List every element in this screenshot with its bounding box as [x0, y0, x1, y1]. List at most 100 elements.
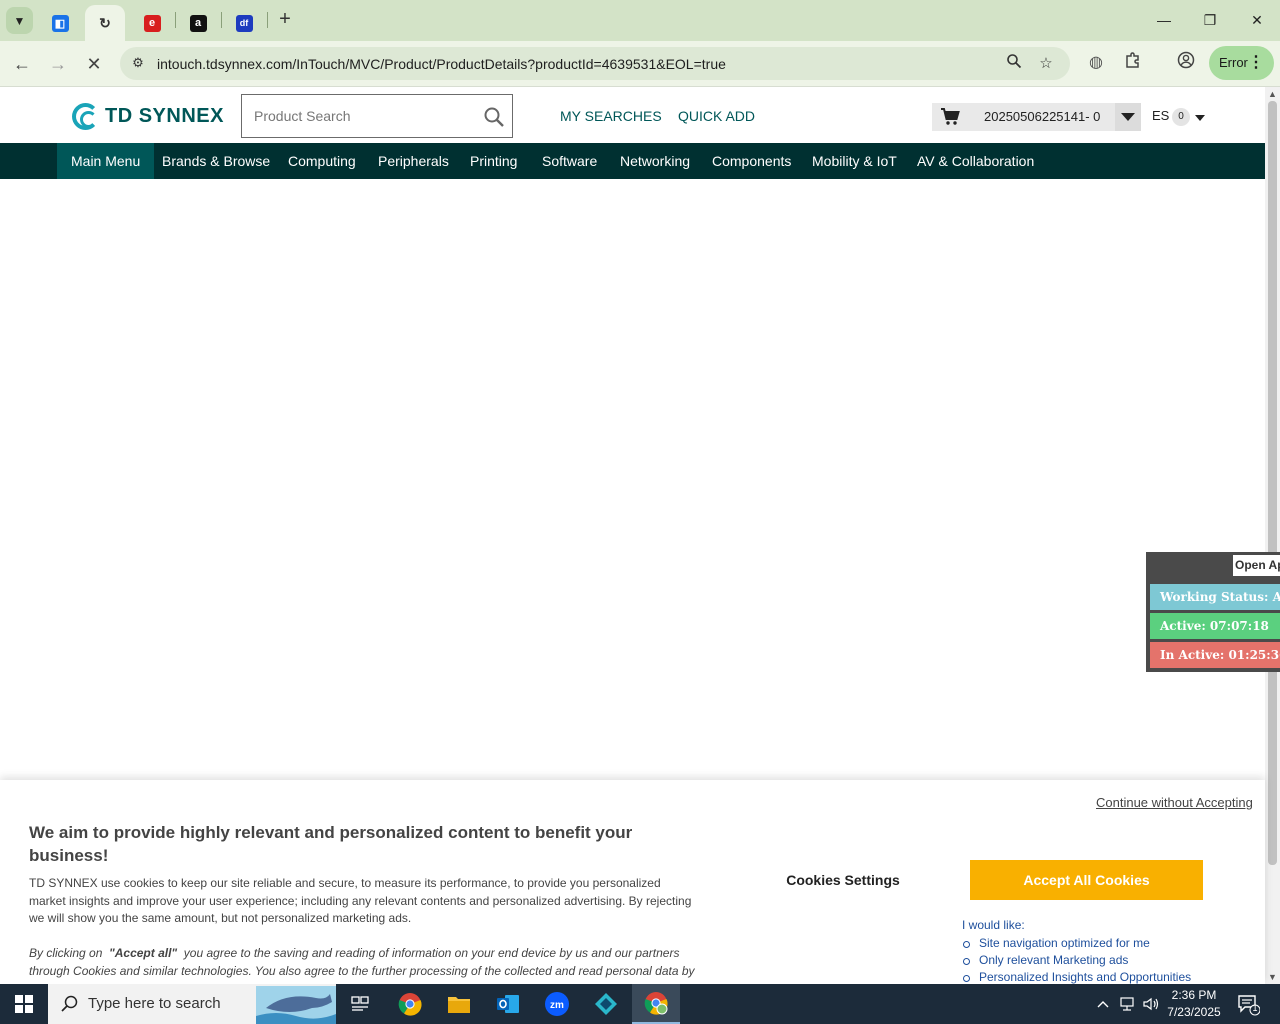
- cart-dropdown-button[interactable]: [1115, 103, 1141, 131]
- error-label: Error: [1219, 55, 1248, 70]
- amazon-icon: a: [189, 14, 207, 32]
- caret-down-icon: [1121, 113, 1135, 121]
- product-search-input[interactable]: [254, 106, 474, 126]
- nav-mobility-iot[interactable]: Mobility & IoT: [812, 143, 897, 179]
- site-info-icon[interactable]: ⚙: [128, 53, 148, 73]
- scrollbar-thumb[interactable]: [1268, 101, 1277, 865]
- extensions-puzzle-icon[interactable]: [1121, 51, 1145, 75]
- volume-icon[interactable]: [1140, 984, 1162, 1024]
- cookie-preferences-list: Site navigation optimized for me Only re…: [962, 935, 1191, 986]
- browser-tab-5[interactable]: df: [221, 5, 267, 41]
- td-synnex-logo-icon: [72, 103, 99, 130]
- quick-add-link[interactable]: QUICK ADD: [678, 108, 755, 124]
- page-scrollbar[interactable]: ▲ ▼: [1265, 87, 1280, 984]
- chrome-profile-running-icon[interactable]: [632, 984, 680, 1024]
- windows-start-button[interactable]: [0, 984, 48, 1024]
- show-hidden-icons-chevron-icon[interactable]: [1092, 984, 1114, 1024]
- scroll-up-arrow-icon[interactable]: ▲: [1268, 89, 1277, 99]
- continue-without-accepting-link[interactable]: Continue without Accepting: [1096, 795, 1253, 810]
- zoom-app-icon[interactable]: zm: [533, 984, 581, 1024]
- cookie-body-text: TD SYNNEX use cookies to keep our site r…: [29, 876, 692, 925]
- more-menu-icon: ⋮: [1248, 54, 1264, 71]
- nav-components[interactable]: Components: [712, 143, 791, 179]
- zoom-icon[interactable]: [1003, 53, 1025, 75]
- cookie-consent-banner: Continue without Accepting We aim to pro…: [0, 780, 1265, 996]
- chrome-icon[interactable]: [386, 984, 434, 1024]
- back-arrow-icon[interactable]: ←: [8, 50, 36, 78]
- restore-button[interactable]: ❐: [1187, 8, 1233, 32]
- nav-computing[interactable]: Computing: [288, 143, 356, 179]
- clock-date: 7/23/2025: [1167, 1005, 1221, 1019]
- notification-center-icon[interactable]: 1: [1236, 992, 1261, 1016]
- close-window-button[interactable]: ✕: [1234, 8, 1280, 32]
- nav-main-menu[interactable]: Main Menu: [57, 143, 155, 179]
- tab-separator: [267, 12, 268, 28]
- nav-peripherals[interactable]: Peripherals: [378, 143, 449, 179]
- taskbar-search-box[interactable]: Type here to search: [48, 984, 336, 1024]
- nav-av-collaboration[interactable]: AV & Collaboration: [917, 143, 1034, 179]
- url-text[interactable]: intouch.tdsynnex.com/InTouch/MVC/Product…: [157, 56, 726, 72]
- windows-logo-icon: [15, 995, 33, 1013]
- cart-number: 20250506225141- 0: [984, 109, 1101, 124]
- scroll-down-arrow-icon[interactable]: ▼: [1268, 972, 1277, 982]
- notification-count: 1: [1252, 1003, 1258, 1013]
- df-icon: df: [235, 14, 253, 32]
- profile-icon[interactable]: [1174, 51, 1198, 75]
- cookies-settings-button[interactable]: Cookies Settings: [760, 863, 926, 897]
- open-app-button[interactable]: Open Ap: [1233, 555, 1280, 576]
- inactive-time-row: In Active: 01:25:36: [1150, 642, 1280, 668]
- note-prefix: By clicking on: [29, 946, 103, 960]
- browser-tab-strip: ▼ ◧ ↻ e a df + — ❐ ✕: [0, 0, 1280, 41]
- task-view-icon[interactable]: [336, 984, 384, 1024]
- forward-arrow-icon[interactable]: →: [44, 50, 72, 78]
- ex-icon: e: [143, 14, 161, 32]
- working-status-widget: Open Ap Working Status: Activ Active: 07…: [1146, 552, 1280, 672]
- network-icon[interactable]: [1116, 984, 1138, 1024]
- nav-networking[interactable]: Networking: [620, 143, 690, 179]
- cookie-title: We aim to provide highly relevant and pe…: [29, 823, 633, 865]
- blue-app-icon: ◧: [51, 14, 69, 32]
- language-selector[interactable]: ES: [1152, 108, 1169, 123]
- stop-loading-icon[interactable]: ✕: [80, 50, 108, 78]
- outlook-icon[interactable]: [484, 984, 532, 1024]
- search-icon[interactable]: [482, 105, 506, 129]
- new-tab-button[interactable]: +: [274, 9, 296, 31]
- i-would-like-label: I would like:: [962, 918, 1025, 932]
- working-status-row: Working Status: Activ: [1150, 584, 1280, 610]
- system-clock[interactable]: 2:36 PM 7/23/2025: [1160, 987, 1228, 1021]
- browser-error-button[interactable]: Error ⋮: [1209, 46, 1274, 80]
- language-badge: 0: [1172, 108, 1190, 126]
- nav-brands-browse[interactable]: Brands & Browse: [162, 143, 270, 179]
- active-time-row: Active: 07:07:18: [1150, 613, 1280, 639]
- accept-all-cookies-button[interactable]: Accept All Cookies: [970, 860, 1203, 900]
- product-search-box: [241, 94, 513, 138]
- list-item: Only relevant Marketing ads: [962, 952, 1191, 969]
- bookmark-star-icon[interactable]: ☆: [1035, 53, 1057, 75]
- browser-tab-3[interactable]: e: [129, 5, 175, 41]
- file-explorer-icon[interactable]: [435, 984, 483, 1024]
- nav-software[interactable]: Software: [542, 143, 597, 179]
- svg-text:zm: zm: [550, 1000, 564, 1011]
- translate-globe-icon[interactable]: ◍: [1084, 51, 1108, 75]
- my-searches-link[interactable]: MY SEARCHES: [560, 108, 662, 124]
- nav-printing[interactable]: Printing: [470, 143, 517, 179]
- tab-search-dropdown-icon[interactable]: ▼: [6, 7, 33, 34]
- td-synnex-logo[interactable]: TD SYNNEX: [72, 103, 224, 130]
- search-highlight-whale-icon: [256, 986, 336, 1024]
- logo-text: TD SYNNEX: [105, 105, 224, 127]
- main-navigation: Main Menu Brands & Browse Computing Peri…: [0, 143, 1265, 179]
- clock-time: 2:36 PM: [1171, 988, 1217, 1002]
- diamond-app-icon[interactable]: [582, 984, 630, 1024]
- taskbar-search-placeholder: Type here to search: [88, 995, 221, 1012]
- cart-selector[interactable]: 20250506225141- 0: [932, 103, 1141, 131]
- browser-tab-1[interactable]: ◧: [37, 5, 83, 41]
- browser-toolbar: ← → ✕ ⚙ intouch.tdsynnex.com/InTouch/MVC…: [0, 41, 1280, 87]
- language-caret-down-icon[interactable]: [1195, 115, 1205, 121]
- browser-tab-2-active[interactable]: ↻: [85, 5, 125, 41]
- td-synnex-tab-icon: ↻: [99, 14, 111, 31]
- note-accept-all: "Accept all": [109, 946, 178, 960]
- address-bar[interactable]: ⚙ intouch.tdsynnex.com/InTouch/MVC/Produ…: [120, 47, 1070, 80]
- list-item: Site navigation optimized for me: [962, 935, 1191, 952]
- browser-tab-4[interactable]: a: [175, 5, 221, 41]
- minimize-button[interactable]: —: [1141, 8, 1187, 32]
